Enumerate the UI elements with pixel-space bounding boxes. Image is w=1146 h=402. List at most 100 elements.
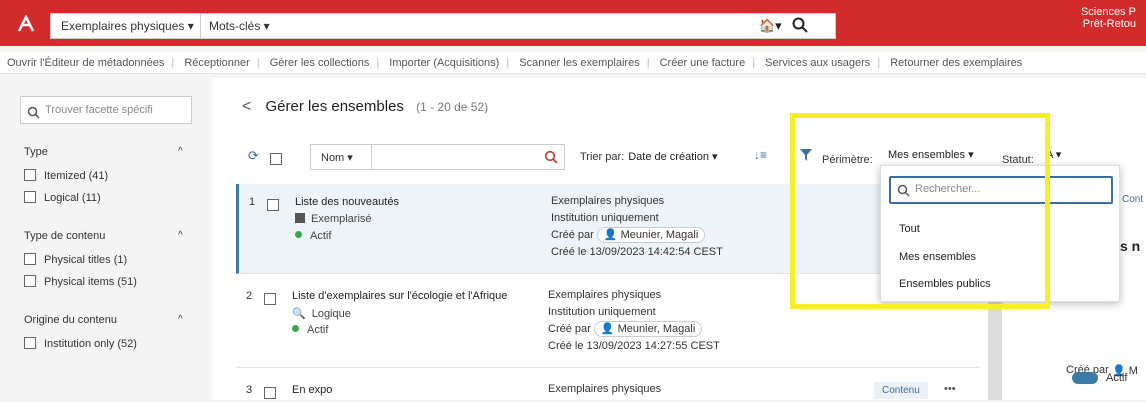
created-by: Créé par 👤 Meunier, Magali — [551, 227, 723, 244]
status-label: Actif — [310, 230, 332, 242]
user-icon: 👤 — [600, 323, 618, 335]
action-scan-items[interactable]: Scanner les exemplaires — [512, 57, 646, 69]
content-type: Exemplaires physiques — [548, 383, 662, 395]
set-title-link[interactable]: Liste d'exemplaires sur l'écologie et l'… — [292, 290, 507, 302]
chevron-up-icon[interactable]: ^ — [178, 230, 183, 241]
facet-item-physical-items[interactable]: Physical items (51) — [24, 275, 137, 289]
facet-panel: Trouver facette spécifi Type ^ Itemized … — [0, 78, 212, 400]
sort-label: Trier par: — [580, 151, 625, 163]
content-tab[interactable]: Cont — [1122, 194, 1143, 205]
facet-search-input[interactable]: Trouver facette spécifi — [20, 96, 192, 124]
separator: | — [752, 57, 756, 69]
sort-control[interactable]: Trier par: Date de création ▾ — [580, 150, 718, 163]
content-button[interactable]: Contenu — [874, 382, 928, 399]
chevron-up-icon[interactable]: ^ — [178, 314, 183, 325]
facet-group-title[interactable]: Origine du contenu — [24, 314, 117, 326]
global-search-box: Exemplaires physiques ▾ Mots-clés ▾ 🏠▾ — [50, 13, 836, 39]
action-patron-services[interactable]: Services aux usagers — [758, 57, 877, 69]
toggle-label: Actif — [1106, 372, 1128, 384]
separator: | — [506, 57, 510, 69]
user-icon: 👤 — [603, 229, 621, 241]
created-by: Créé par 👤 Meunier, Magali — [548, 321, 720, 338]
origin: Institution uniquement — [551, 212, 659, 224]
action-manage-collections[interactable]: Gérer les collections — [263, 57, 377, 69]
created-on: Créé le 13/09/2023 14:27:55 CEST — [548, 340, 720, 352]
search-scope-dropdown[interactable]: Exemplaires physiques ▾ — [51, 14, 201, 38]
content-type: Exemplaires physiques — [548, 289, 662, 301]
facet-item-physical-titles[interactable]: Physical titles (1) — [24, 253, 127, 267]
created-by-label: Créé par — [551, 229, 594, 241]
action-import[interactable]: Importer (Acquisitions) — [382, 57, 506, 69]
action-metadata-editor[interactable]: Ouvrir l'Éditeur de métadonnées — [0, 57, 171, 69]
result-count: (1 - 20 de 52) — [416, 100, 489, 114]
checkbox[interactable] — [24, 275, 36, 287]
facet-group-title[interactable]: Type de contenu — [24, 230, 105, 242]
page-title: Gérer les ensembles — [265, 98, 404, 115]
active-dot-icon — [292, 325, 299, 332]
row-checkbox[interactable] — [267, 196, 287, 214]
set-type: Exemplarisé — [295, 213, 372, 225]
chevron-up-icon[interactable]: ^ — [178, 146, 183, 157]
checkbox[interactable] — [24, 253, 36, 265]
home-icon[interactable]: 🏠▾ — [759, 14, 789, 38]
active-dot-icon — [295, 231, 302, 238]
checkbox[interactable] — [264, 293, 276, 305]
checkbox[interactable] — [264, 387, 276, 399]
checkbox[interactable] — [24, 337, 36, 349]
creator-chip[interactable]: 👤 Meunier, Magali — [596, 227, 706, 243]
app-logo-icon[interactable] — [16, 14, 36, 33]
search-icon[interactable] — [791, 16, 811, 36]
action-receive[interactable]: Réceptionner — [177, 57, 256, 69]
panel-title: s n — [1120, 238, 1141, 254]
set-metadata: Exemplaires physiques Institution unique… — [548, 287, 720, 355]
institution-name[interactable]: Sciences P Prêt-Retou — [1081, 6, 1136, 30]
creator-name: Meunier, Magali — [617, 323, 696, 335]
creator-initial: M — [1128, 365, 1138, 377]
sort-value-dropdown[interactable]: Date de création ▾ — [628, 151, 717, 163]
origin: Institution uniquement — [548, 306, 656, 318]
list-item[interactable]: 3 En expo Exemplaires physiques Contenu … — [236, 372, 980, 400]
row-number: 1 — [249, 196, 256, 208]
status-label: Actif — [307, 324, 329, 336]
facet-item-logical[interactable]: Logical (11) — [24, 191, 101, 205]
top-bar: Exemplaires physiques ▾ Mots-clés ▾ 🏠▾ S… — [0, 0, 1146, 46]
creator-chip[interactable]: 👤 Meunier, Magali — [593, 321, 703, 337]
name-filter-input[interactable]: Nom ▾ — [310, 144, 565, 170]
separator: | — [256, 57, 260, 69]
sort-direction-icon[interactable]: ↓≡ — [754, 148, 767, 162]
separator: | — [877, 57, 881, 69]
separator: | — [171, 57, 175, 69]
highlight-box — [790, 113, 1050, 309]
facet-group-title[interactable]: Type — [24, 146, 48, 158]
set-metadata: Exemplaires physiques Institution unique… — [551, 193, 723, 261]
institution-line-1: Sciences P — [1080, 6, 1136, 18]
set-title-link[interactable]: Liste des nouveautés — [295, 196, 399, 208]
divider — [371, 145, 372, 169]
set-type: 🔍 Logique — [292, 307, 351, 320]
keywords-dropdown[interactable]: Mots-clés ▾ — [203, 14, 270, 38]
filter-field-dropdown[interactable]: Nom ▾ — [321, 151, 353, 164]
checkbox[interactable] — [24, 169, 36, 181]
row-checkbox[interactable] — [264, 290, 284, 308]
checkbox[interactable] — [267, 199, 279, 211]
checkbox[interactable] — [24, 191, 36, 203]
select-all-checkbox[interactable] — [270, 150, 290, 168]
refresh-icon[interactable]: ⟳ — [248, 148, 259, 164]
facet-item-institution-only[interactable]: Institution only (52) — [24, 337, 137, 351]
more-actions-icon[interactable]: ••• — [944, 383, 956, 395]
facet-item-itemized[interactable]: Itemized (41) — [24, 169, 108, 183]
created-on: Créé le 13/09/2023 14:42:54 CEST — [551, 246, 723, 258]
itemized-icon — [295, 213, 305, 223]
checkbox[interactable] — [270, 153, 282, 165]
set-title-link[interactable]: En expo — [292, 384, 332, 396]
action-return-items[interactable]: Retourner des exemplaires — [883, 57, 1029, 69]
back-icon[interactable]: < — [242, 98, 251, 115]
row-checkbox[interactable] — [264, 384, 284, 402]
active-toggle[interactable] — [1072, 372, 1098, 384]
action-create-invoice[interactable]: Créer une facture — [653, 57, 753, 69]
row-number: 2 — [246, 290, 253, 302]
set-metadata: Exemplaires physiques — [548, 381, 661, 398]
facet-item-label: Institution only (52) — [44, 338, 137, 350]
content-type: Exemplaires physiques — [551, 195, 665, 207]
search-icon[interactable] — [544, 150, 558, 164]
